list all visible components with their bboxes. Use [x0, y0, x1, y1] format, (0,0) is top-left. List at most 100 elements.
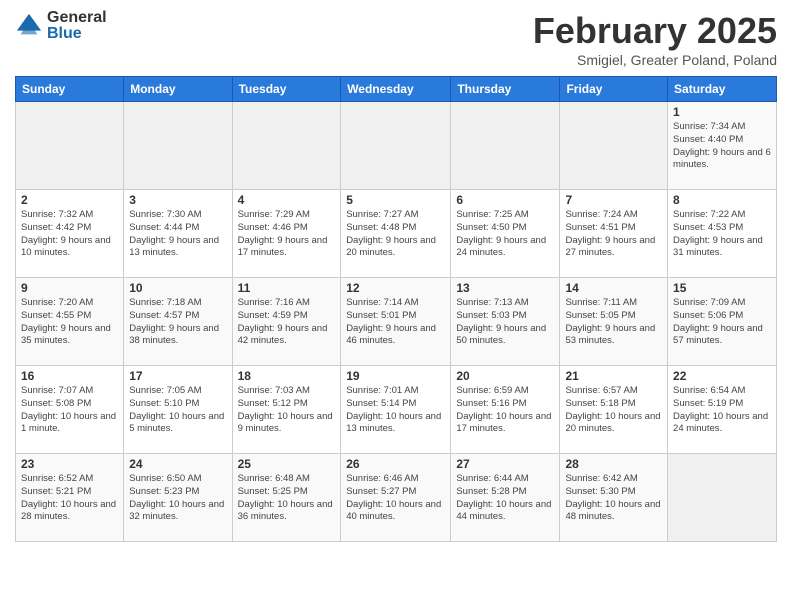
- table-row: 5 Sunrise: 7:27 AM Sunset: 4:48 PM Daylig…: [341, 190, 451, 278]
- day-number: 5: [346, 193, 445, 207]
- day-number: 26: [346, 457, 445, 471]
- calendar-week-row: 9 Sunrise: 7:20 AM Sunset: 4:55 PM Daylig…: [16, 278, 777, 366]
- table-row: 3 Sunrise: 7:30 AM Sunset: 4:44 PM Daylig…: [124, 190, 232, 278]
- table-row: 11 Sunrise: 7:16 AM Sunset: 4:59 PM Dayli…: [232, 278, 341, 366]
- day-number: 12: [346, 281, 445, 295]
- table-row: 17Sunrise: 7:05 AM Sunset: 5:10 PM Dayli…: [124, 366, 232, 454]
- day-info: Sunrise: 6:59 AM Sunset: 5:16 PM Dayligh…: [456, 385, 554, 436]
- day-info: Sunrise: 7:30 AM Sunset: 4:44 PM Dayligh…: [129, 209, 226, 260]
- col-tuesday: Tuesday: [232, 77, 341, 102]
- table-row: 25 Sunrise: 6:48 AM Sunset: 5:25 PM Dayli…: [232, 454, 341, 542]
- day-info: Sunrise: 7:09 AM Sunset: 5:06 PM Dayligh…: [673, 297, 771, 348]
- logo: General Blue: [15, 10, 107, 42]
- table-row: 23Sunrise: 6:52 AM Sunset: 5:21 PM Dayli…: [16, 454, 124, 542]
- table-row: 18 Sunrise: 7:03 AM Sunset: 5:12 PM Dayli…: [232, 366, 341, 454]
- day-info: Sunrise: 6:46 AM Sunset: 5:27 PM Dayligh…: [346, 473, 445, 524]
- table-row: 21 Sunrise: 6:57 AM Sunset: 5:18 PM Dayli…: [560, 366, 668, 454]
- calendar-week-row: 1 Sunrise: 7:34 AM Sunset: 4:40 PM Daylig…: [16, 102, 777, 190]
- table-row: [451, 102, 560, 190]
- table-row: [560, 102, 668, 190]
- day-info: Sunrise: 6:48 AM Sunset: 5:25 PM Dayligh…: [238, 473, 336, 524]
- day-number: 14: [565, 281, 662, 295]
- day-number: 8: [673, 193, 771, 207]
- day-number: 11: [238, 281, 336, 295]
- table-row: 16 Sunrise: 7:07 AM Sunset: 5:08 PM Dayli…: [16, 366, 124, 454]
- day-number: 25: [238, 457, 336, 471]
- day-number: 16: [21, 369, 118, 383]
- day-number: 21: [565, 369, 662, 383]
- day-number: 10: [129, 281, 226, 295]
- table-row: 12 Sunrise: 7:14 AM Sunset: 5:01 PM Dayli…: [341, 278, 451, 366]
- day-info: Sunrise: 7:13 AM Sunset: 5:03 PM Dayligh…: [456, 297, 554, 348]
- logo-blue: Blue: [47, 26, 107, 42]
- col-monday: Monday: [124, 77, 232, 102]
- day-info: Sunrise: 7:01 AM Sunset: 5:14 PM Dayligh…: [346, 385, 445, 436]
- day-info: Sunrise: 7:25 AM Sunset: 4:50 PM Dayligh…: [456, 209, 554, 260]
- day-info: Sunrise: 7:03 AM Sunset: 5:12 PM Dayligh…: [238, 385, 336, 436]
- calendar-week-row: 2Sunrise: 7:32 AM Sunset: 4:42 PM Daylig…: [16, 190, 777, 278]
- day-number: 13: [456, 281, 554, 295]
- logo-text: General Blue: [47, 10, 107, 42]
- col-thursday: Thursday: [451, 77, 560, 102]
- table-row: 27Sunrise: 6:44 AM Sunset: 5:28 PM Dayli…: [451, 454, 560, 542]
- day-info: Sunrise: 7:14 AM Sunset: 5:01 PM Dayligh…: [346, 297, 445, 348]
- table-row: [232, 102, 341, 190]
- day-number: 7: [565, 193, 662, 207]
- day-info: Sunrise: 7:24 AM Sunset: 4:51 PM Dayligh…: [565, 209, 662, 260]
- logo-general: General: [47, 10, 107, 26]
- day-info: Sunrise: 7:27 AM Sunset: 4:48 PM Dayligh…: [346, 209, 445, 260]
- day-number: 19: [346, 369, 445, 383]
- day-info: Sunrise: 6:50 AM Sunset: 5:23 PM Dayligh…: [129, 473, 226, 524]
- day-info: Sunrise: 6:57 AM Sunset: 5:18 PM Dayligh…: [565, 385, 662, 436]
- table-row: 28Sunrise: 6:42 AM Sunset: 5:30 PM Dayli…: [560, 454, 668, 542]
- calendar-week-row: 23Sunrise: 6:52 AM Sunset: 5:21 PM Dayli…: [16, 454, 777, 542]
- table-row: 1 Sunrise: 7:34 AM Sunset: 4:40 PM Daylig…: [668, 102, 777, 190]
- table-row: 2Sunrise: 7:32 AM Sunset: 4:42 PM Daylig…: [16, 190, 124, 278]
- table-row: 10 Sunrise: 7:18 AM Sunset: 4:57 PM Dayli…: [124, 278, 232, 366]
- day-info: Sunrise: 6:44 AM Sunset: 5:28 PM Dayligh…: [456, 473, 554, 524]
- day-info: Sunrise: 7:18 AM Sunset: 4:57 PM Dayligh…: [129, 297, 226, 348]
- table-row: 19 Sunrise: 7:01 AM Sunset: 5:14 PM Dayli…: [341, 366, 451, 454]
- col-saturday: Saturday: [668, 77, 777, 102]
- day-info: Sunrise: 7:16 AM Sunset: 4:59 PM Dayligh…: [238, 297, 336, 348]
- day-number: 3: [129, 193, 226, 207]
- page-container: General Blue February 2025 Smigiel, Grea…: [0, 0, 792, 552]
- table-row: 20 Sunrise: 6:59 AM Sunset: 5:16 PM Dayli…: [451, 366, 560, 454]
- day-number: 15: [673, 281, 771, 295]
- day-number: 17: [129, 369, 226, 383]
- table-row: 8 Sunrise: 7:22 AM Sunset: 4:53 PM Daylig…: [668, 190, 777, 278]
- day-info: Sunrise: 7:20 AM Sunset: 4:55 PM Dayligh…: [21, 297, 118, 348]
- day-number: 23: [21, 457, 118, 471]
- day-number: 18: [238, 369, 336, 383]
- day-info: Sunrise: 7:22 AM Sunset: 4:53 PM Dayligh…: [673, 209, 771, 260]
- table-row: 22Sunrise: 6:54 AM Sunset: 5:19 PM Dayli…: [668, 366, 777, 454]
- calendar-table: Sunday Monday Tuesday Wednesday Thursday…: [15, 76, 777, 542]
- table-row: 15 Sunrise: 7:09 AM Sunset: 5:06 PM Dayli…: [668, 278, 777, 366]
- month-title: February 2025: [533, 10, 777, 52]
- day-info: Sunrise: 6:42 AM Sunset: 5:30 PM Dayligh…: [565, 473, 662, 524]
- col-wednesday: Wednesday: [341, 77, 451, 102]
- col-sunday: Sunday: [16, 77, 124, 102]
- day-info: Sunrise: 7:07 AM Sunset: 5:08 PM Dayligh…: [21, 385, 118, 436]
- table-row: 7 Sunrise: 7:24 AM Sunset: 4:51 PM Daylig…: [560, 190, 668, 278]
- table-row: 9 Sunrise: 7:20 AM Sunset: 4:55 PM Daylig…: [16, 278, 124, 366]
- day-info: Sunrise: 7:34 AM Sunset: 4:40 PM Dayligh…: [673, 121, 771, 172]
- table-row: [16, 102, 124, 190]
- day-number: 1: [673, 105, 771, 119]
- day-number: 9: [21, 281, 118, 295]
- calendar-week-row: 16 Sunrise: 7:07 AM Sunset: 5:08 PM Dayli…: [16, 366, 777, 454]
- day-info: Sunrise: 6:54 AM Sunset: 5:19 PM Dayligh…: [673, 385, 771, 436]
- day-number: 20: [456, 369, 554, 383]
- logo-icon: [15, 12, 43, 40]
- table-row: [341, 102, 451, 190]
- day-number: 6: [456, 193, 554, 207]
- day-number: 24: [129, 457, 226, 471]
- day-number: 2: [21, 193, 118, 207]
- day-info: Sunrise: 7:29 AM Sunset: 4:46 PM Dayligh…: [238, 209, 336, 260]
- table-row: 13 Sunrise: 7:13 AM Sunset: 5:03 PM Dayli…: [451, 278, 560, 366]
- table-row: [124, 102, 232, 190]
- table-row: 14Sunrise: 7:11 AM Sunset: 5:05 PM Dayli…: [560, 278, 668, 366]
- table-row: 4Sunrise: 7:29 AM Sunset: 4:46 PM Daylig…: [232, 190, 341, 278]
- location: Smigiel, Greater Poland, Poland: [533, 52, 777, 68]
- table-row: 26 Sunrise: 6:46 AM Sunset: 5:27 PM Dayli…: [341, 454, 451, 542]
